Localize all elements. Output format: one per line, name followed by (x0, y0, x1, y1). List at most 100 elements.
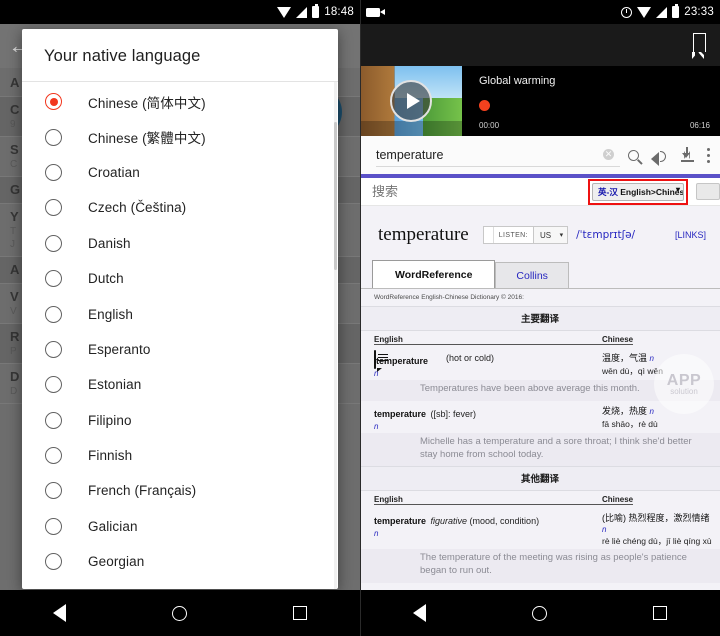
entry-translation-pos: n (602, 525, 607, 535)
entry-word: temperature (374, 516, 427, 527)
radio-button[interactable] (45, 163, 62, 181)
language-pair-select[interactable]: 英-汉 English>Chines (592, 182, 684, 201)
tab-collins[interactable]: Collins (495, 262, 569, 288)
tab-wordreference[interactable]: WordReference (372, 260, 496, 288)
play-icon[interactable] (390, 80, 432, 122)
battery-icon (312, 4, 320, 18)
home-icon[interactable] (532, 605, 547, 621)
back-icon[interactable] (53, 604, 66, 622)
radio-button[interactable] (45, 447, 62, 465)
column-headers: English Chinese (360, 491, 720, 509)
list-item[interactable]: French (Français) (22, 473, 338, 508)
entry-example: Temperatures have been above average thi… (360, 380, 720, 401)
entry-gloss: (mood, condition) (469, 516, 540, 527)
column-headers: English Chinese (360, 331, 720, 348)
entry-chinese: 温度，气温 n wēn dù，qì wēn (602, 351, 714, 378)
entry-translation-pos: n (649, 406, 654, 416)
signal-icon (296, 6, 308, 18)
language-label: Chinese (简体中文) (88, 95, 206, 111)
go-button[interactable] (696, 183, 720, 200)
right-status-bar: 23:33 (360, 0, 720, 24)
headword-row: temperature LISTEN: US /ˈtɛmprɪtʃə/ [LIN… (360, 206, 720, 260)
list-item[interactable]: Galician (22, 509, 338, 544)
overflow-menu-icon[interactable] (707, 147, 710, 163)
left-phone-panel: 18:48 ← A C 9 S C G Y T J A V V R P D D … (0, 0, 360, 636)
list-item[interactable]: Czech (Čeština) (22, 190, 338, 225)
listen-speaker-icon[interactable] (484, 227, 494, 243)
video-meta: Global warming 00:00 06:16 (462, 66, 720, 136)
links-button[interactable]: [LINKS] (675, 230, 706, 240)
entry-gloss: (hot or cold) (446, 353, 495, 363)
accent-select[interactable]: US (534, 227, 568, 243)
list-item[interactable]: Filipino (22, 403, 338, 438)
bookmark-icon[interactable] (692, 33, 706, 59)
recents-icon[interactable] (293, 606, 307, 620)
entry-pinyin: wēn dù，qì wēn (602, 366, 663, 376)
radio-button[interactable] (45, 270, 62, 288)
radio-button[interactable] (45, 376, 62, 394)
language-label: Danish (88, 235, 131, 251)
home-icon[interactable] (172, 605, 187, 621)
list-item[interactable]: Danish (22, 226, 338, 261)
entry-pos: n (374, 529, 379, 539)
dictionary-tabs: WordReference Collins (360, 260, 720, 288)
radio-button[interactable] (45, 411, 62, 429)
language-list[interactable]: Chinese (简体中文) Chinese (繁體中文) Croatian C… (22, 82, 338, 589)
section-title-other: 其他翻译 (360, 466, 720, 492)
wordreference-search-row: 英-汉 English>Chines (360, 178, 720, 206)
radio-button[interactable] (45, 482, 62, 500)
search-input[interactable]: temperature ✕ (376, 143, 620, 167)
radio-button[interactable] (45, 199, 62, 217)
list-item[interactable]: Chinese (繁體中文) (22, 119, 338, 154)
dual-phone-screenshot: 18:48 ← A C 9 S C G Y T J A V V R P D D … (0, 0, 720, 636)
search-icon[interactable] (628, 149, 639, 161)
recents-icon[interactable] (653, 606, 667, 620)
radio-button[interactable] (45, 305, 62, 323)
video-time-end: 06:16 (689, 121, 710, 130)
scrollbar-thumb[interactable] (334, 122, 337, 270)
back-icon[interactable] (413, 604, 426, 622)
list-item[interactable]: Finnish (22, 438, 338, 473)
language-pair-en: English>Chines (620, 186, 684, 197)
column-header-english: English (374, 335, 602, 345)
list-item[interactable]: Dutch (22, 261, 338, 296)
wordreference-search-input[interactable] (372, 184, 588, 199)
list-item[interactable]: Estonian (22, 367, 338, 402)
list-item[interactable]: German (Deutsch) (22, 579, 338, 589)
left-navigation-bar (0, 590, 360, 636)
progress-thumb[interactable] (479, 100, 490, 111)
entry-pos: n (374, 369, 379, 378)
list-item[interactable]: Esperanto (22, 332, 338, 367)
list-item[interactable]: English (22, 296, 338, 331)
language-label: Finnish (88, 448, 133, 464)
clear-icon[interactable]: ✕ (603, 149, 614, 160)
radio-button[interactable] (45, 234, 62, 252)
radio-button[interactable] (45, 517, 62, 535)
video-player[interactable]: Global warming 00:00 06:16 (360, 66, 720, 136)
language-label: Estonian (88, 377, 142, 393)
app-search-bar: temperature ✕ (360, 136, 720, 174)
entry-translation: (比喻) 热烈程度，激烈情绪 (602, 513, 710, 524)
list-item[interactable]: Georgian (22, 544, 338, 579)
download-icon[interactable] (680, 147, 695, 163)
signal-icon (656, 6, 668, 18)
headword: temperature (378, 224, 469, 245)
video-thumbnail[interactable] (360, 66, 462, 136)
language-pair-cn: 英-汉 (598, 186, 618, 197)
listen-control[interactable]: LISTEN: US (482, 226, 569, 244)
right-navigation-bar (360, 590, 720, 636)
left-status-bar: 18:48 (0, 0, 360, 24)
language-label: English (88, 306, 133, 322)
speaker-icon[interactable] (651, 148, 668, 166)
language-label: Georgian (88, 554, 145, 570)
column-header-english: English (374, 495, 602, 506)
radio-button[interactable] (45, 128, 62, 146)
list-item[interactable]: Croatian (22, 155, 338, 190)
language-label: Croatian (88, 164, 140, 180)
radio-button[interactable] (45, 340, 62, 358)
radio-button[interactable] (45, 553, 62, 571)
table-row: temperature figurative (mood, condition)… (360, 508, 720, 550)
list-item[interactable]: Chinese (简体中文) (22, 84, 338, 119)
radio-button-selected[interactable] (45, 93, 62, 111)
audio-note-icon[interactable] (374, 350, 376, 369)
